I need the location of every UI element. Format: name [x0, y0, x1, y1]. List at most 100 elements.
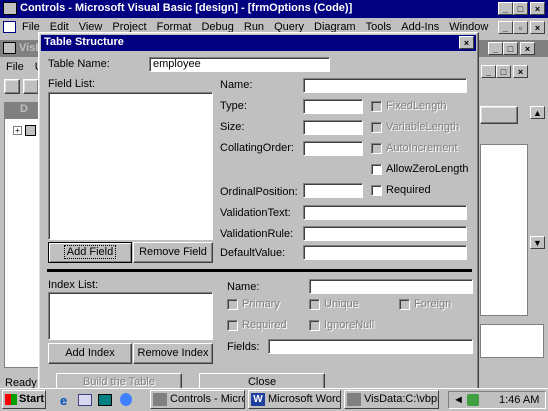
validation-rule-input[interactable] [303, 226, 467, 241]
vb-app-icon [3, 2, 17, 15]
variable-length-checkbox[interactable] [371, 122, 382, 133]
visdata-maximize-icon[interactable]: □ [503, 42, 518, 55]
fields-label: Fields: [227, 341, 260, 353]
code-close-icon[interactable]: × [513, 65, 528, 78]
code-editor-area[interactable] [480, 144, 528, 316]
child-minimize-icon[interactable]: _ [498, 21, 513, 34]
collating-order-label: CollatingOrder: [220, 142, 294, 154]
scroll-up-icon[interactable]: ▲ [530, 106, 545, 119]
windows-logo-icon [5, 393, 17, 405]
task-controls[interactable]: Controls - Micro... [150, 390, 245, 409]
quick-launch: e [58, 392, 142, 408]
variable-length-label: VariableLength [386, 121, 460, 133]
default-value-input[interactable] [303, 245, 467, 260]
task-word-label: Microsoft Word [268, 393, 341, 405]
required-checkbox[interactable] [371, 185, 382, 196]
index-required-checkbox[interactable] [227, 320, 238, 331]
foreign-checkbox[interactable] [399, 299, 410, 310]
default-value-label: DefaultValue: [220, 247, 286, 259]
ie-icon[interactable]: e [60, 393, 67, 408]
task-visdata[interactable]: VisData:C:\vbpr... [344, 390, 439, 409]
index-list-box[interactable] [48, 292, 213, 340]
unique-label: Unique [324, 298, 359, 310]
fields-input[interactable] [268, 339, 473, 354]
vb-window-title: Controls - Microsoft Visual Basic [desig… [20, 2, 353, 14]
database-tree[interactable]: + [4, 118, 40, 368]
field-name-input[interactable] [303, 78, 467, 93]
collating-order-input[interactable] [303, 141, 363, 156]
auto-increment-label: AutoIncrement [386, 142, 458, 154]
dialog-close-icon[interactable]: × [459, 36, 474, 49]
field-list-label: Field List: [48, 78, 96, 90]
unique-checkbox[interactable] [309, 299, 320, 310]
add-field-label: Add Field [63, 245, 117, 259]
volume-icon[interactable]: ◄ [453, 394, 464, 406]
ordinal-position-label: OrdinalPosition: [220, 186, 298, 198]
vb-task-icon [153, 392, 167, 406]
visdata-close-icon[interactable]: × [520, 42, 535, 55]
close-icon[interactable]: × [530, 2, 545, 15]
add-field-button[interactable]: Add Field [48, 242, 132, 263]
desktop-icon[interactable] [98, 394, 112, 406]
code-lower-panel [480, 324, 544, 358]
field-list-box[interactable] [48, 92, 213, 240]
task-visdata-label: VisData:C:\vbpr... [364, 393, 438, 405]
table-structure-dialog: Table Structure × Table Name: employee F… [38, 32, 479, 391]
type-label: Type: [220, 100, 247, 112]
validation-text-input[interactable] [303, 205, 467, 220]
code-dropdown-left[interactable] [480, 106, 518, 124]
code-minimize-icon[interactable]: _ [481, 65, 496, 78]
visdata-minimize-icon[interactable]: _ [488, 42, 503, 55]
auto-increment-checkbox[interactable] [371, 143, 382, 154]
primary-checkbox[interactable] [227, 299, 238, 310]
start-button[interactable]: Start [2, 390, 46, 409]
remove-index-button[interactable]: Remove Index [133, 343, 213, 364]
code-window-pane: _ □ × ▲ ▼ [478, 62, 548, 362]
fixed-length-label: FixedLength [386, 100, 447, 112]
child-close-icon[interactable]: × [530, 21, 545, 34]
child-restore-icon[interactable]: ▫ [513, 21, 528, 34]
type-input[interactable] [303, 99, 363, 114]
network-icon[interactable] [467, 394, 479, 406]
visdata-child-title: D [4, 102, 40, 118]
dropdown-arrow-icon[interactable]: ▼ [530, 236, 545, 249]
field-name-label: Name: [220, 79, 253, 91]
table-name-label: Table Name: [48, 58, 110, 70]
remove-field-button[interactable]: Remove Field [133, 242, 213, 263]
ordinal-position-input[interactable] [303, 183, 363, 198]
section-divider [47, 269, 472, 272]
index-list-label: Index List: [48, 279, 99, 291]
code-maximize-icon[interactable]: □ [496, 65, 511, 78]
maximize-icon[interactable]: □ [513, 2, 528, 15]
add-index-button[interactable]: Add Index [48, 343, 132, 364]
ignore-null-checkbox[interactable] [309, 320, 320, 331]
minimize-icon[interactable]: _ [498, 2, 513, 15]
visdata-child-label: D [20, 103, 28, 115]
clock[interactable]: 1:46 AM [499, 394, 539, 406]
index-required-label: Required [242, 319, 287, 331]
grid-view-icon[interactable] [23, 79, 39, 94]
allow-zero-length-label: AllowZeroLength [386, 163, 469, 175]
remove-field-label: Remove Field [139, 246, 207, 258]
channels-icon[interactable] [120, 393, 132, 406]
allow-zero-length-checkbox[interactable] [371, 164, 382, 175]
fixed-length-checkbox[interactable] [371, 101, 382, 112]
size-input[interactable] [303, 120, 363, 135]
remove-index-label: Remove Index [137, 347, 209, 359]
table-view-icon[interactable] [4, 79, 20, 94]
task-word[interactable]: W Microsoft Word [248, 390, 341, 409]
task-controls-label: Controls - Micro... [170, 393, 244, 405]
index-name-input[interactable] [309, 279, 473, 294]
doc-icon [3, 21, 16, 33]
visdata-menu-file[interactable]: File [6, 61, 24, 73]
required-label: Required [386, 184, 431, 196]
validation-rule-label: ValidationRule: [220, 228, 294, 240]
primary-label: Primary [242, 298, 280, 310]
build-table-label: Build the Table [83, 376, 155, 388]
properties-icon [25, 125, 36, 136]
table-name-input[interactable]: employee [149, 57, 330, 72]
visdata-icon [3, 42, 16, 54]
expand-icon[interactable]: + [13, 126, 22, 135]
vb-title-bar: Controls - Microsoft Visual Basic [desig… [0, 0, 548, 18]
outlook-icon[interactable] [78, 394, 92, 406]
